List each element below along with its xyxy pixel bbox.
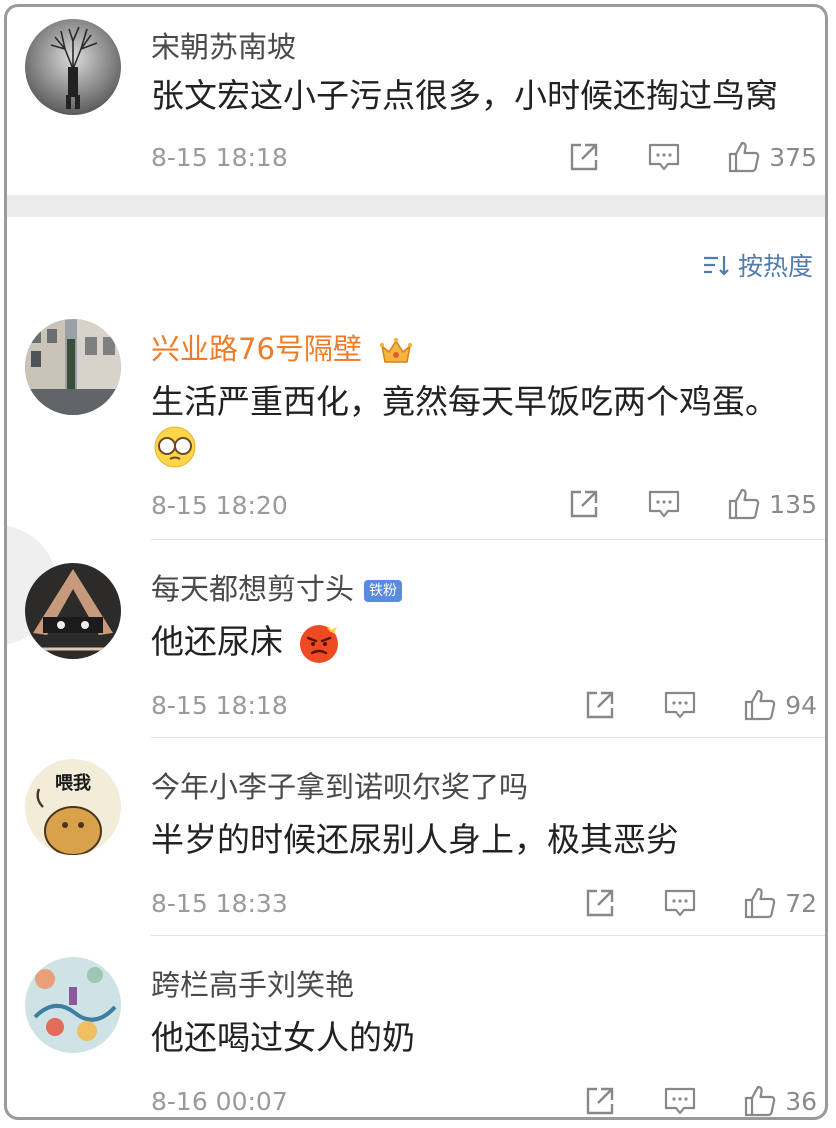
- comment-actions: 36: [583, 1081, 817, 1117]
- comment-text: 他还尿床: [151, 619, 340, 665]
- user-avatar[interactable]: [25, 319, 121, 415]
- comment-divider: [151, 935, 825, 936]
- comment-icon: [649, 490, 680, 518]
- street-avatar-icon: [25, 319, 121, 415]
- username[interactable]: 兴业路76号隔壁: [151, 329, 413, 369]
- tree-figure-avatar-icon: [25, 19, 121, 115]
- user-avatar[interactable]: [25, 19, 121, 115]
- section-divider: [7, 195, 825, 217]
- share-button[interactable]: [583, 886, 617, 920]
- comment-divider: [151, 737, 825, 738]
- share-button[interactable]: [567, 140, 601, 174]
- username[interactable]: 每天都想剪寸头 铁粉: [151, 569, 403, 609]
- comment-icon: [665, 1087, 696, 1115]
- share-icon: [586, 1087, 614, 1115]
- like-button[interactable]: 36: [743, 1084, 817, 1117]
- share-icon: [571, 490, 598, 518]
- user-avatar[interactable]: 喂我: [25, 759, 121, 855]
- sort-icon: [703, 256, 729, 276]
- like-button[interactable]: 375: [727, 140, 817, 174]
- thumbs-up-icon: [729, 488, 760, 520]
- comment-divider: [151, 539, 825, 540]
- comment-time: 8-15 18:33: [151, 889, 288, 918]
- reply-button[interactable]: [663, 1084, 697, 1117]
- like-button[interactable]: 94: [743, 688, 817, 722]
- thumbs-up-icon: [745, 689, 776, 721]
- username[interactable]: 跨栏高手刘笑艳: [151, 965, 354, 1005]
- comment-text-content: 他还尿床: [151, 622, 283, 661]
- comment-text: 生活严重西化，竟然每天早饭吃两个鸡蛋。: [151, 382, 778, 421]
- username[interactable]: 宋朝苏南坡: [151, 27, 296, 67]
- share-button[interactable]: [583, 1084, 617, 1117]
- comment-text: 半岁的时候还尿别人身上，极其恶劣: [151, 820, 679, 859]
- comment-list-panel: 宋朝苏南坡 张文宏这小子污点很多，小时候还掏过鸟窝 8-15 18:18 375…: [4, 4, 828, 1120]
- sort-by-hot-button[interactable]: 按热度: [702, 247, 813, 283]
- comment-icon: [665, 691, 696, 719]
- comment-time: 8-15 18:18: [151, 143, 288, 172]
- like-count: 135: [769, 489, 817, 519]
- fan-badge: 铁粉: [364, 580, 403, 602]
- comment-time: 8-16 00:07: [151, 1087, 288, 1116]
- reply-button[interactable]: [647, 140, 681, 174]
- share-button[interactable]: [567, 487, 601, 521]
- like-button[interactable]: 135: [727, 487, 817, 521]
- comment-text: 他还喝过女人的奶: [151, 1018, 415, 1057]
- comment-item: 跨栏高手刘笑艳 他还喝过女人的奶 8-16 00:07 36: [7, 943, 825, 1117]
- thumbs-up-icon: [729, 141, 760, 173]
- username[interactable]: 今年小李子拿到诺呗尔奖了吗: [151, 767, 528, 807]
- avatar-caption: 喂我: [55, 773, 91, 794]
- like-count: 72: [785, 888, 817, 918]
- angry-emoji-icon: [299, 624, 338, 663]
- comment-actions: 94: [583, 685, 817, 725]
- share-button[interactable]: [583, 688, 617, 722]
- comment-icon: [665, 889, 696, 917]
- username-text: 兴业路76号隔壁: [151, 332, 362, 366]
- share-icon: [571, 143, 598, 171]
- like-button[interactable]: 72: [743, 886, 817, 920]
- user-avatar[interactable]: [25, 563, 121, 659]
- glasses-emoji: [153, 425, 197, 469]
- comment-icon: [649, 143, 680, 171]
- comment-time: 8-15 18:20: [151, 491, 288, 520]
- sort-label: 按热度: [737, 252, 813, 281]
- hands-face-avatar-icon: [25, 563, 121, 659]
- comment-item: 每天都想剪寸头 铁粉 他还尿床 8-15 18:18 94: [7, 547, 825, 737]
- painting-avatar-icon: [25, 957, 121, 1053]
- username-text: 每天都想剪寸头: [151, 572, 355, 606]
- like-count: 375: [769, 142, 817, 172]
- reply-button[interactable]: [663, 886, 697, 920]
- reply-button[interactable]: [647, 487, 681, 521]
- like-count: 94: [785, 690, 817, 720]
- like-count: 36: [785, 1086, 817, 1116]
- comment-actions: 375: [567, 137, 817, 177]
- share-icon: [586, 691, 614, 719]
- crown-icon: [379, 337, 413, 363]
- comment-item: 喂我 今年小李子拿到诺呗尔奖了吗 半岁的时候还尿别人身上，极其恶劣 8-15 1…: [7, 745, 825, 935]
- reply-button[interactable]: [663, 688, 697, 722]
- cartoon-avatar-icon: 喂我: [25, 759, 121, 855]
- comment-actions: 72: [583, 883, 817, 923]
- glasses-emoji-icon: [154, 426, 196, 468]
- comment-item: 宋朝苏南坡 张文宏这小子污点很多，小时候还掏过鸟窝 8-15 18:18 375: [7, 7, 825, 195]
- comment-actions: 135: [567, 484, 817, 524]
- thumbs-up-icon: [745, 887, 776, 919]
- thumbs-up-icon: [745, 1085, 776, 1117]
- user-avatar[interactable]: [25, 957, 121, 1053]
- comment-text: 张文宏这小子污点很多，小时候还掏过鸟窝: [151, 76, 778, 115]
- comment-time: 8-15 18:18: [151, 691, 288, 720]
- comment-item: 兴业路76号隔壁 生活严重西化，竟然每天早饭吃两个鸡蛋。 8-15 18:20: [7, 307, 825, 539]
- share-icon: [586, 889, 614, 917]
